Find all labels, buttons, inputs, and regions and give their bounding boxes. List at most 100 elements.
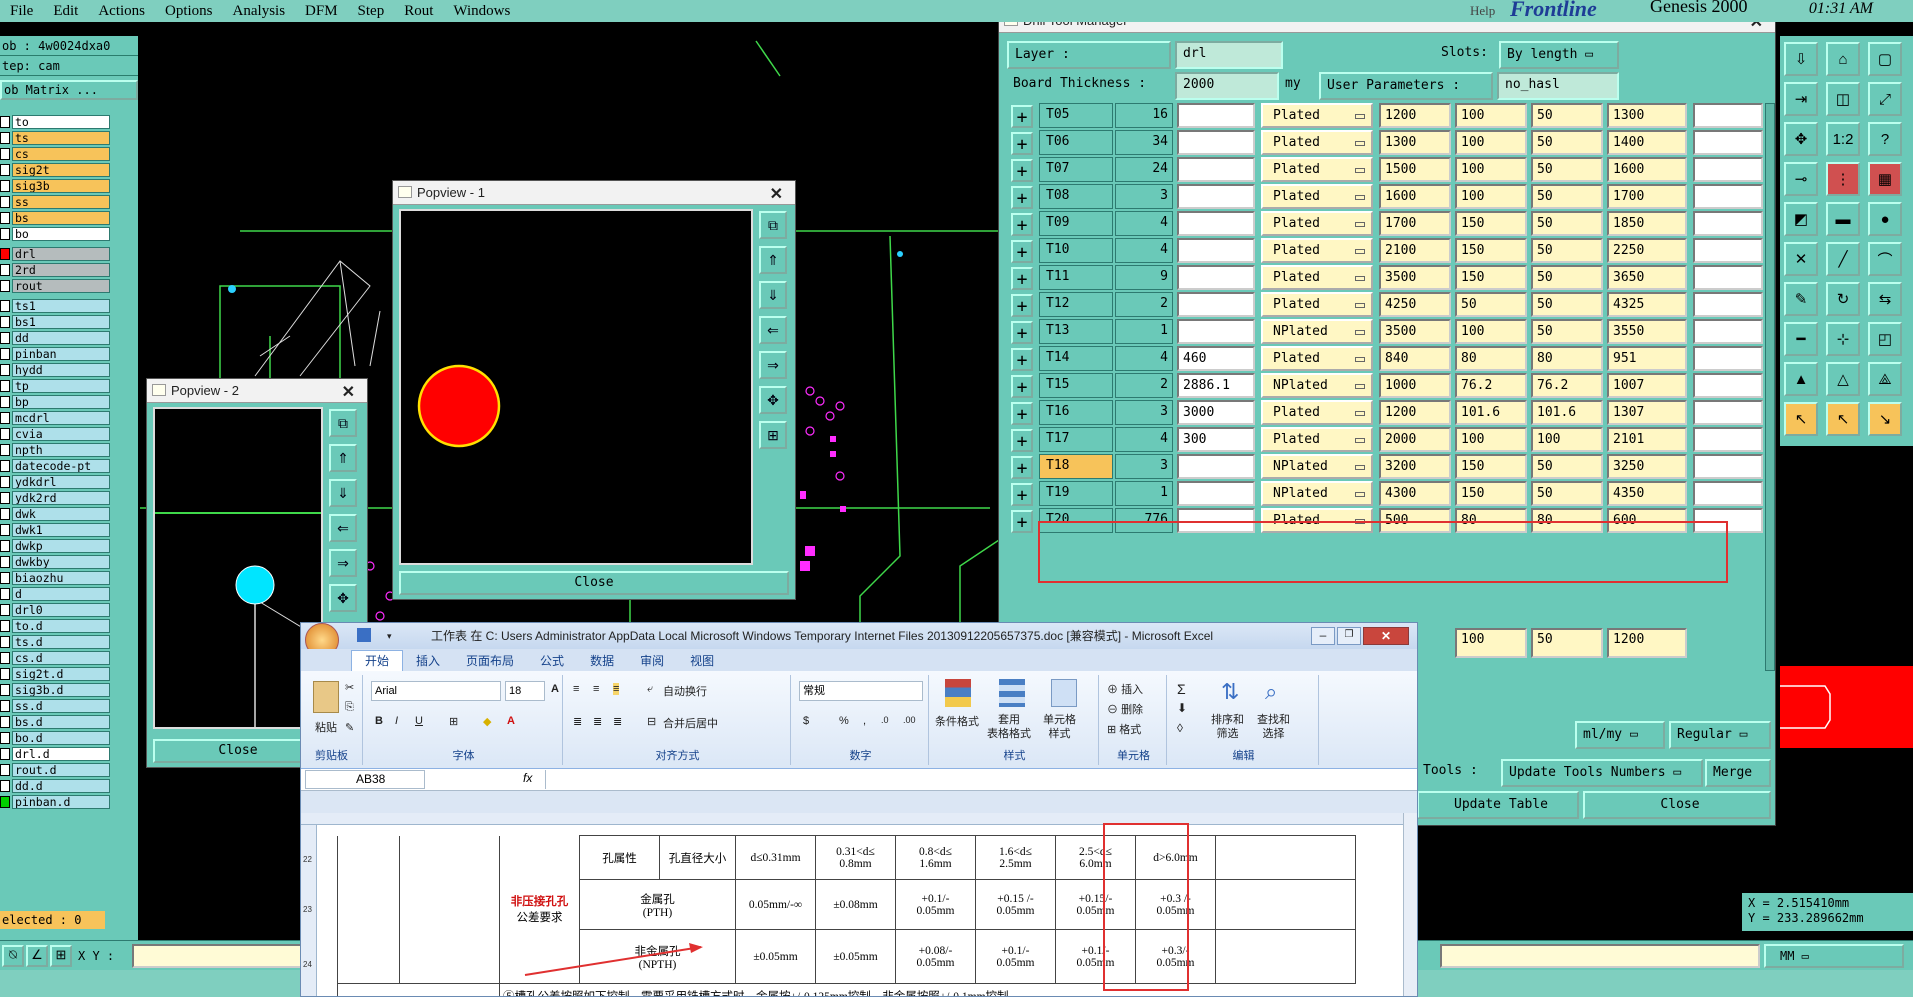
close-icon[interactable]: ✕	[1363, 627, 1409, 645]
layer-row[interactable]: ts	[0, 130, 110, 146]
align-bottom-icon[interactable]: ≡	[613, 683, 620, 695]
fx-icon[interactable]: fx	[523, 771, 532, 785]
merge-center-button[interactable]: 合并后居中	[663, 715, 718, 731]
minus-icon[interactable]: ━	[1784, 322, 1818, 356]
grid-icon[interactable]: ▦	[1868, 162, 1902, 196]
qat-dropdown-icon[interactable]: ▾	[387, 623, 392, 649]
slot-tolerance-note[interactable]: ⑤槽孔公差按照如下控制，需要采用铣槽方式时，金属按+/-0.125mm控制，非金…	[499, 983, 1356, 996]
layer-row[interactable]: dwkby	[0, 554, 110, 570]
conditional-format-button[interactable]: 条件格式	[935, 713, 979, 729]
export-icon[interactable]: ⇥	[1784, 82, 1818, 116]
drill-result-field[interactable]: 1007	[1607, 373, 1687, 398]
sum-icon[interactable]: Σ	[1177, 681, 1186, 697]
tolerance-minus-field[interactable]: 80	[1531, 346, 1603, 371]
drill-size-field[interactable]: 3500	[1379, 319, 1451, 344]
layer-checkbox[interactable]	[0, 620, 10, 632]
menu-help[interactable]: Help	[1470, 3, 1495, 19]
layer-checkbox[interactable]	[0, 764, 10, 776]
expand-row-icon[interactable]: +	[1011, 321, 1033, 344]
tool-name[interactable]: T18	[1039, 454, 1113, 479]
tool-name[interactable]: T06	[1039, 130, 1113, 155]
drill-result-field[interactable]: 4325	[1607, 292, 1687, 317]
tolerance-plus-field[interactable]: 100	[1455, 319, 1527, 344]
layer-row[interactable]: cs.d	[0, 650, 110, 666]
layer-row[interactable]: bs.d	[0, 714, 110, 730]
save-icon[interactable]	[357, 628, 371, 642]
wrap-icon[interactable]: ⤶	[647, 683, 653, 696]
layer-row[interactable]: npth	[0, 442, 110, 458]
net-icon[interactable]: ⋮	[1826, 162, 1860, 196]
worksheet[interactable]: 22 23 24 非压接孔孔 公差要求 孔属性 孔直径大小 d≤0.31mm 0…	[301, 813, 1417, 996]
extra-field[interactable]	[1693, 319, 1763, 344]
finish-size-field[interactable]	[1177, 265, 1255, 290]
format-painter-icon[interactable]: ✎	[345, 721, 354, 734]
row-header-22[interactable]: 22	[303, 855, 312, 864]
drill-result-field[interactable]: 3250	[1607, 454, 1687, 479]
table-cell-blank[interactable]	[337, 983, 500, 996]
triangle-icon[interactable]: ▲	[1784, 362, 1818, 396]
finish-size-field[interactable]: 3000	[1177, 400, 1255, 425]
layer-row[interactable]: to	[0, 114, 110, 130]
tolerance-plus-field[interactable]: 100	[1455, 130, 1527, 155]
layer-checkbox[interactable]	[0, 300, 10, 312]
triangle-outline-icon[interactable]: ⟁	[1868, 362, 1902, 396]
popview-2-canvas[interactable]	[153, 407, 323, 729]
drill-size-field[interactable]: 1200	[1379, 400, 1451, 425]
zoom-out-icon[interactable]: ⊞	[759, 421, 787, 449]
conditional-format-icon[interactable]	[945, 679, 971, 707]
expand-row-icon[interactable]: +	[1011, 402, 1033, 425]
tolerance-plus-field[interactable]: 100	[1455, 103, 1527, 128]
ribbon-tab[interactable]: 审阅	[627, 651, 677, 671]
drill-size-field[interactable]: 4250	[1379, 292, 1451, 317]
layer-checkbox[interactable]	[0, 364, 10, 376]
tolerance-minus-field[interactable]: 50	[1531, 292, 1603, 317]
tolerance-minus-field[interactable]: 50	[1531, 103, 1603, 128]
finish-size-field[interactable]	[1177, 454, 1255, 479]
delete-button[interactable]: ⊖ 删除	[1107, 701, 1143, 717]
cell-style-button[interactable]: 单元格 样式	[1043, 713, 1076, 741]
layer-checkbox[interactable]	[0, 164, 10, 176]
npth-value-4[interactable]: +0.1/- 0.05mm	[975, 929, 1056, 984]
expand-row-icon[interactable]: +	[1011, 267, 1033, 290]
plating-type-dropdown[interactable]: NPlated	[1261, 319, 1373, 344]
tool-name[interactable]: T05	[1039, 103, 1113, 128]
bold-icon[interactable]: B	[375, 715, 383, 727]
tool-name[interactable]: T07	[1039, 157, 1113, 182]
drill-size-field[interactable]: 3500	[1379, 265, 1451, 290]
popview-2-titlebar[interactable]: Popview - 2 ✕	[147, 379, 367, 403]
cursor-move-icon[interactable]: ↘	[1868, 402, 1902, 436]
pan-left-icon[interactable]: ⇐	[759, 316, 787, 344]
layer-checkbox[interactable]	[0, 732, 10, 744]
extra-field[interactable]	[1693, 130, 1763, 155]
layer-checkbox[interactable]	[0, 180, 10, 192]
fit-icon[interactable]: ⤢	[1868, 82, 1902, 116]
menu-windows[interactable]: Windows	[443, 3, 520, 20]
layer-row[interactable]: dwk1	[0, 522, 110, 538]
finish-size-field[interactable]	[1177, 319, 1255, 344]
finish-size-field[interactable]	[1177, 184, 1255, 209]
layer-checkbox[interactable]	[0, 748, 10, 760]
layer-row[interactable]: pinban	[0, 346, 110, 362]
layer-row[interactable]: drl	[0, 246, 110, 262]
finish-size-field[interactable]: 460	[1177, 346, 1255, 371]
drill-size-field[interactable]: 1200	[1379, 103, 1451, 128]
row-header-24[interactable]: 24	[303, 960, 312, 969]
size-range-2[interactable]: 0.31<d≤ 0.8mm	[815, 835, 896, 880]
layer-row[interactable]: ss.d	[0, 698, 110, 714]
cursor-icon[interactable]: ↖	[1784, 402, 1818, 436]
tolerance-minus-field[interactable]: 50	[1531, 265, 1603, 290]
tool-name[interactable]: T09	[1039, 211, 1113, 236]
size-range-3[interactable]: 0.8<d≤ 1.6mm	[895, 835, 976, 880]
tool-value-4[interactable]: 1200	[1607, 628, 1687, 658]
extra-field[interactable]	[1693, 184, 1763, 209]
expand-row-icon[interactable]: +	[1011, 348, 1033, 371]
border-icon[interactable]: ⊞	[449, 715, 458, 728]
job-matrix-button[interactable]: ob Matrix ...	[0, 80, 138, 100]
layer-row[interactable]: drl.d	[0, 746, 110, 762]
menu-options[interactable]: Options	[155, 3, 223, 20]
copy-icon[interactable]: ⎘	[345, 701, 354, 714]
npth-value-1[interactable]: ±0.05mm	[735, 929, 816, 984]
drill-result-field[interactable]: 2250	[1607, 238, 1687, 263]
layer-row[interactable]: bo.d	[0, 730, 110, 746]
flip-icon[interactable]: ⇆	[1868, 282, 1902, 316]
